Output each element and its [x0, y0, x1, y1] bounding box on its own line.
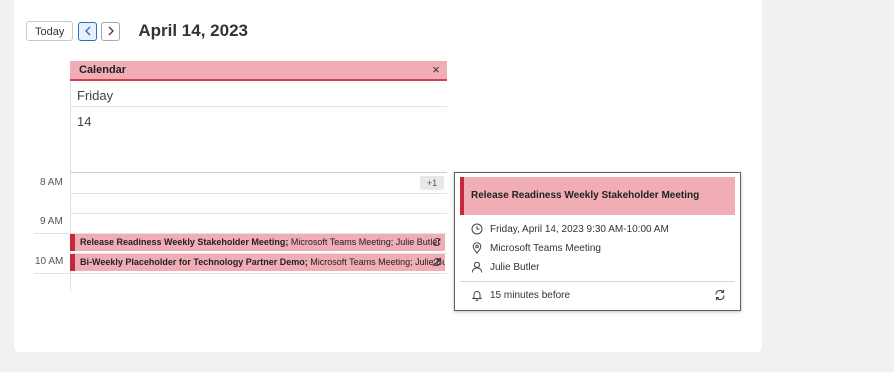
current-date-title: April 14, 2023 — [138, 21, 248, 40]
person-icon — [471, 261, 483, 273]
calendar-event[interactable]: Release Readiness Weekly Stakeholder Mee… — [70, 234, 445, 251]
popup-reminder-row[interactable]: 15 minutes before — [471, 287, 570, 303]
time-label: 8 AM — [40, 177, 63, 188]
more-events-badge[interactable]: +1 — [420, 176, 444, 190]
chevron-left-icon — [84, 26, 91, 36]
calendar-header: Calendar × — [70, 61, 447, 81]
next-day-button[interactable] — [101, 21, 121, 41]
popup-reminder: 15 minutes before — [490, 289, 571, 301]
popup-organizer: Julie Butler — [490, 261, 540, 273]
popup-time: Friday, April 14, 2023 9:30 AM-10:00 AM — [490, 223, 669, 235]
all-day-divider — [70, 172, 447, 173]
previous-day-button[interactable] — [78, 21, 98, 41]
event-title: Release Readiness Weekly Stakeholder Mee… — [80, 237, 289, 247]
close-icon[interactable]: × — [429, 62, 443, 78]
event-details: Microsoft Teams Meeting; Julie Butler — [307, 257, 445, 267]
popup-location: Microsoft Teams Meeting — [490, 242, 601, 254]
header-divider — [70, 106, 447, 107]
popup-time-row: Friday, April 14, 2023 9:30 AM-10:00 AM — [471, 221, 669, 237]
recurring-icon — [433, 238, 441, 246]
popup-event-title[interactable]: Release Readiness Weekly Stakeholder Mee… — [471, 190, 699, 201]
time-label: 9 AM — [40, 216, 63, 227]
popup-divider — [460, 281, 735, 282]
day-name: Friday — [77, 88, 114, 103]
clock-icon — [471, 223, 483, 235]
event-details: Microsoft Teams Meeting; Julie Butler — [288, 237, 441, 247]
sync-icon[interactable] — [714, 289, 726, 301]
popup-location-row: Microsoft Teams Meeting — [471, 240, 601, 256]
calendar-event[interactable]: Bi-Weekly Placeholder for Technology Par… — [70, 254, 445, 271]
grid-line — [70, 213, 447, 214]
recurring-icon — [432, 257, 442, 267]
chevron-right-icon — [108, 26, 114, 36]
event-title: Bi-Weekly Placeholder for Technology Par… — [80, 257, 308, 267]
event-peek-popup[interactable]: Release Readiness Weekly Stakeholder Mee… — [454, 172, 741, 311]
today-button[interactable]: Today — [26, 21, 74, 41]
location-pin-icon — [472, 242, 482, 254]
bell-icon — [471, 291, 483, 301]
popup-header: Release Readiness Weekly Stakeholder Mee… — [460, 177, 735, 215]
grid-line — [70, 193, 447, 194]
popup-organizer-row: Julie Butler — [471, 259, 539, 275]
day-number: 14 — [77, 114, 92, 129]
calendar-name: Calendar — [79, 64, 127, 76]
time-label: 10 AM — [35, 256, 64, 267]
grid-line — [34, 273, 447, 274]
calendar-toolbar: Today April 14, 2023 — [26, 20, 248, 42]
